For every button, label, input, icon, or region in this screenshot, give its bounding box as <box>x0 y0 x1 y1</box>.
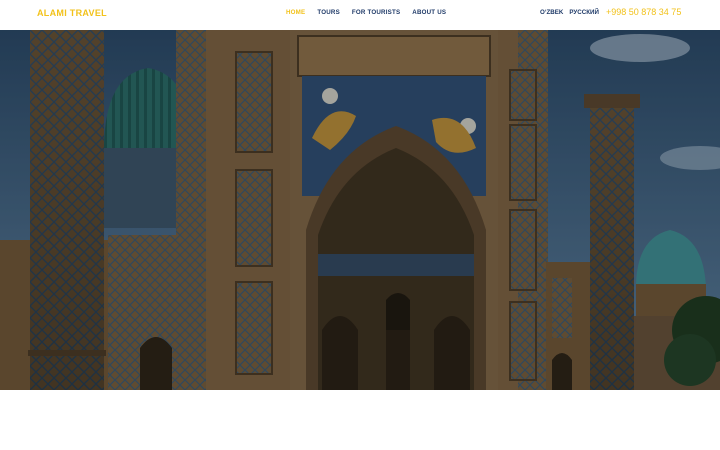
nav-tours[interactable]: TOURS <box>317 9 340 16</box>
language-switcher: O‘ZBEK РУССКИЙ <box>540 9 599 16</box>
hero-banner <box>0 30 720 390</box>
nav-about-us[interactable]: ABOUT US <box>412 9 446 16</box>
main-nav: HOME TOURS FOR TOURISTS ABOUT US <box>286 9 446 16</box>
nav-for-tourists[interactable]: FOR TOURISTS <box>352 9 400 16</box>
phone-number[interactable]: +998 50 878 34 75 <box>606 7 681 17</box>
nav-home[interactable]: HOME <box>286 9 305 16</box>
site-logo[interactable]: ALAMI TRAVEL <box>37 8 107 18</box>
registan-madrasa-photo <box>0 30 720 390</box>
lang-uzbek[interactable]: O‘ZBEK <box>540 9 563 16</box>
lang-russian[interactable]: РУССКИЙ <box>569 9 599 16</box>
site-header: ALAMI TRAVEL HOME TOURS FOR TOURISTS ABO… <box>0 0 720 30</box>
content-area <box>0 390 720 450</box>
